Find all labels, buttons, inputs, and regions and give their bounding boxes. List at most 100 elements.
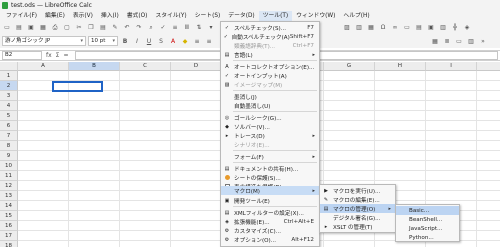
menu-item-run-macro[interactable]: ▶ マクロを実行(U)...	[320, 186, 395, 195]
menu-item-xml-filter[interactable]: ▤ XMLフィルターの設定(X)...	[221, 208, 319, 217]
menu-item-thesaurus[interactable]: 類義語辞典(T)... Ctrl+F7	[221, 41, 319, 50]
borders-icon[interactable]: ▦	[430, 36, 440, 46]
row-header[interactable]: 1	[0, 71, 18, 81]
name-box[interactable]: B2	[2, 51, 42, 60]
menu-item-solver[interactable]: ◆ ソルバー(V)...	[221, 122, 319, 131]
row-header[interactable]: 14	[0, 201, 18, 211]
menu-styles[interactable]: スタイル(Y)	[151, 11, 190, 21]
redo-icon[interactable]: ↷	[134, 23, 144, 33]
row-header[interactable]: 9	[0, 151, 18, 161]
new-document-icon[interactable]: ▭	[2, 23, 12, 33]
menu-item-customize[interactable]: ⚙ カスタマイズ(C)...	[221, 226, 319, 235]
menu-item-python[interactable]: Python...	[396, 233, 459, 242]
print-icon[interactable]: ⎙	[50, 23, 60, 33]
menu-item-autoinput[interactable]: ✓ オートインプット(A)	[221, 71, 319, 80]
column-header[interactable]: B	[69, 62, 120, 71]
menu-item-protect-sheet[interactable]: シートの保護(S)...	[221, 173, 319, 182]
menu-item-edit-macros[interactable]: ✎ マクロの編集(E)...	[320, 195, 395, 204]
undo-icon[interactable]: ↶	[122, 23, 132, 33]
menu-item-macros[interactable]: マクロ(M) ▸	[221, 186, 319, 195]
more-icon[interactable]: »	[478, 36, 488, 46]
autofilter-icon[interactable]: ▾	[206, 23, 216, 33]
row-header[interactable]: 13	[0, 191, 18, 201]
special-character-icon[interactable]: Ω	[378, 23, 388, 33]
border-style-icon[interactable]: ≣	[442, 36, 452, 46]
column-header[interactable]: J	[477, 62, 500, 71]
column-header[interactable]: H	[375, 62, 426, 71]
underline-icon[interactable]: U	[144, 36, 154, 46]
insert-chart-icon[interactable]: ▥	[354, 23, 364, 33]
row-header[interactable]: 5	[0, 111, 18, 121]
menu-item-goal-seek[interactable]: ◎ ゴールシーク(G)...	[221, 113, 319, 122]
column-header[interactable]: C	[120, 62, 171, 71]
select-all-corner[interactable]	[0, 62, 18, 71]
menu-item-digital-signature[interactable]: デジタル署名(G)...	[320, 213, 395, 222]
menu-insert[interactable]: 挿入(I)	[97, 11, 123, 21]
menu-item-autocorrect-options[interactable]: A オートコレクトオプション(E)...	[221, 62, 319, 71]
insert-image-icon[interactable]: ▨	[342, 23, 352, 33]
menu-item-imagemap[interactable]: ▨ イメージマップ(M)	[221, 80, 319, 89]
sum-icon[interactable]: Σ	[56, 52, 60, 59]
row-header[interactable]: 8	[0, 141, 18, 151]
print-preview-icon[interactable]: ▢	[62, 23, 72, 33]
conditional-icon[interactable]: ▥	[466, 36, 476, 46]
font-name-box[interactable]: 游ノ角ゴシック JP ▾	[2, 36, 86, 46]
menu-view[interactable]: 表示(V)	[69, 11, 97, 21]
menu-item-spellcheck[interactable]: ✓ スペルチェック(S)... F7	[221, 23, 319, 32]
column-icon[interactable]: Ⅲ	[182, 23, 192, 33]
clone-formatting-icon[interactable]: ✎	[110, 23, 120, 33]
row-header[interactable]: 6	[0, 121, 18, 131]
menu-item-extensions[interactable]: ◈ 拡張機能(E)... Ctrl+Alt+E	[221, 217, 319, 226]
menu-item-organize-dialogs[interactable]: ▸ XSLT の管理(T)	[320, 222, 395, 231]
menu-item-forms[interactable]: フォーム(F) ▸	[221, 152, 319, 161]
row-header[interactable]: 2	[0, 81, 18, 91]
function-wizard-icon[interactable]: fx	[46, 52, 52, 59]
paste-icon[interactable]: ▤	[98, 23, 108, 33]
highlight-color-icon[interactable]: ◆	[180, 36, 190, 46]
menu-item-redact[interactable]: 墨消し(J)	[221, 92, 319, 101]
menu-item-scenarios[interactable]: シナリオ(E)...	[221, 140, 319, 149]
copy-icon[interactable]: ❐	[86, 23, 96, 33]
row-icon[interactable]: ≡	[170, 23, 180, 33]
row-header[interactable]: 12	[0, 181, 18, 191]
font-color-icon[interactable]: A	[168, 36, 178, 46]
column-header[interactable]: A	[18, 62, 69, 71]
menu-item-auto-spellcheck[interactable]: ✓ 自動スペルチェック(A) Shift+F7	[221, 32, 319, 41]
menu-item-auto-redact[interactable]: 自動墨消し(U)	[221, 101, 319, 110]
spelling-icon[interactable]: ✓	[158, 23, 168, 33]
menu-sheet[interactable]: シート(S)	[191, 11, 225, 21]
menu-window[interactable]: ウィンドウ(W)	[292, 11, 339, 21]
align-center-icon[interactable]: ≡	[204, 36, 214, 46]
menu-edit[interactable]: 編集(E)	[41, 11, 69, 21]
hyperlink-icon[interactable]: ∞	[390, 23, 400, 33]
freeze-rows-icon[interactable]: ▥	[438, 23, 448, 33]
menu-item-javascript[interactable]: JavaScript...	[396, 224, 459, 233]
menu-data[interactable]: データ(D)	[224, 11, 258, 21]
menu-format[interactable]: 書式(O)	[123, 11, 152, 21]
row-header[interactable]: 3	[0, 91, 18, 101]
split-window-icon[interactable]: ╬	[450, 23, 460, 33]
menu-item-detective[interactable]: ▸ トレース(D) ▸	[221, 131, 319, 140]
menu-help[interactable]: ヘルプ(H)	[339, 11, 373, 21]
menu-item-basic[interactable]: Basic...	[396, 206, 459, 215]
headers-footers-icon[interactable]: ▤	[414, 23, 424, 33]
column-header[interactable]: D	[171, 62, 222, 71]
bold-icon[interactable]: B	[120, 36, 130, 46]
column-header[interactable]: G	[324, 62, 375, 71]
font-size-box[interactable]: 10 pt ▾	[88, 36, 118, 46]
show-draw-functions-icon[interactable]: ◈	[462, 23, 472, 33]
row-header[interactable]: 11	[0, 171, 18, 181]
comment-icon[interactable]: ▭	[402, 23, 412, 33]
border-color-icon[interactable]: ▭	[454, 36, 464, 46]
menu-item-language[interactable]: ▤ 言語(L) ▸	[221, 50, 319, 59]
find-replace-icon[interactable]: ⌕	[146, 23, 156, 33]
export-pdf-icon[interactable]: ▦	[38, 23, 48, 33]
column-header[interactable]: I	[426, 62, 477, 71]
sort-icon[interactable]: ⇅	[194, 23, 204, 33]
row-header[interactable]: 17	[0, 231, 18, 241]
menu-item-organize-macros[interactable]: ▤ マクロの管理(O) ▸	[320, 204, 395, 213]
menu-file[interactable]: ファイル(F)	[2, 11, 41, 21]
row-header[interactable]: 16	[0, 221, 18, 231]
row-header[interactable]: 7	[0, 131, 18, 141]
cut-icon[interactable]: ✂	[74, 23, 84, 33]
